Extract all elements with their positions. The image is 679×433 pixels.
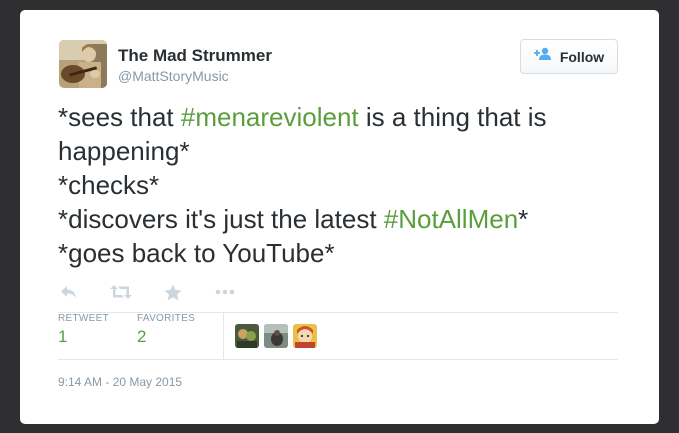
tweet-timestamp[interactable]: 9:14 AM - 20 May 2015 (58, 375, 182, 389)
retweet-stat[interactable]: RETWEET 1 (58, 313, 137, 359)
stats-bottom-divider (58, 359, 618, 360)
tweet-text-line: *checks* (58, 168, 638, 202)
favoriter-avatar-2[interactable] (264, 324, 288, 348)
tweet-text-segment: *discovers it's just the latest (58, 204, 384, 234)
favorites-count: 2 (137, 327, 147, 346)
retweet-label: RETWEET (58, 313, 109, 324)
author-handle[interactable]: @MattStoryMusic (118, 68, 229, 84)
tweet-text: *sees that #menareviolent is a thing tha… (58, 100, 638, 270)
tweet-text-segment: happening* (58, 136, 190, 166)
follow-button[interactable]: Follow (520, 39, 618, 74)
tweet-text-segment: is a thing that is (358, 102, 547, 132)
tweet-text-segment: * (518, 204, 529, 234)
retweet-count: 1 (58, 327, 68, 346)
favorites-label: FAVORITES (137, 313, 196, 324)
retweet-icon[interactable] (110, 281, 132, 303)
tweet-text-line: *goes back to YouTube* (58, 236, 638, 270)
more-options-icon[interactable] (214, 281, 236, 303)
tweet-text-segment: *goes back to YouTube* (58, 238, 335, 268)
favorite-star-icon[interactable] (162, 281, 184, 303)
add-user-icon (533, 47, 552, 66)
tweet-text-line: happening* (58, 134, 638, 168)
favoriter-avatar-1[interactable] (235, 324, 259, 348)
tweet-stats: RETWEET 1 FAVORITES 2 (58, 313, 223, 359)
tweet-text-line: *sees that #menareviolent is a thing tha… (58, 100, 638, 134)
tweet-text-line: *discovers it's just the latest #NotAllM… (58, 202, 638, 236)
stats-separator (223, 313, 224, 359)
tweet-text-segment: *sees that (58, 102, 181, 132)
tweet-actions (58, 280, 266, 304)
favoriter-avatar-3[interactable] (293, 324, 317, 348)
hashtag-link[interactable]: #NotAllMen (384, 204, 518, 234)
tweet-card: The Mad Strummer @MattStoryMusic Follow … (20, 10, 659, 424)
follow-button-label: Follow (559, 48, 605, 65)
author-name[interactable]: The Mad Strummer (118, 46, 272, 66)
favorites-stat[interactable]: FAVORITES 2 (137, 313, 223, 359)
reply-icon[interactable] (58, 281, 80, 303)
tweet-text-segment: *checks* (58, 170, 160, 200)
favoriters-list (235, 324, 317, 348)
hashtag-link[interactable]: #menareviolent (181, 102, 359, 132)
author-avatar[interactable] (59, 40, 107, 88)
